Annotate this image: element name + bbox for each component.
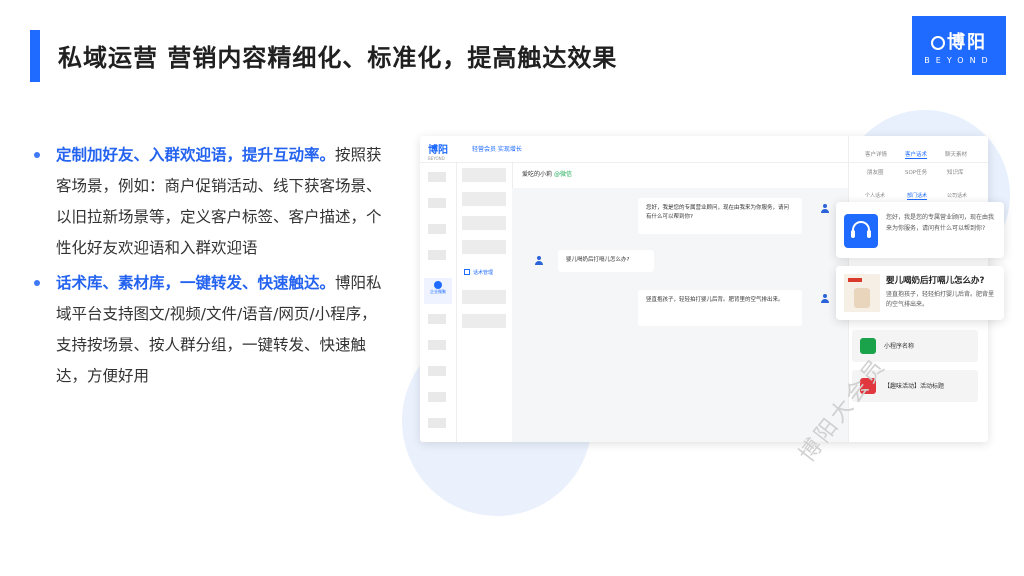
tab-department-script[interactable]: 部门话术 [907, 192, 928, 200]
mock-sub-nav: 话术管理 [456, 162, 513, 442]
agent-avatar-icon [820, 294, 830, 304]
subnav-item[interactable] [462, 290, 506, 304]
nav-item[interactable] [428, 224, 446, 234]
faq-card-title: 婴儿喝奶后打嗝儿怎么办? [886, 276, 985, 286]
subnav-item[interactable] [462, 192, 506, 206]
subnav-item[interactable] [462, 240, 506, 254]
bullet-dot-icon [34, 152, 40, 158]
chat-area: 您好，我是您的专属营业顾问，现在由我来为你服务，请问有什么可以帮到你? 婴儿喝奶… [512, 188, 848, 442]
bullet-list: 定制加好友、入群欢迎语，提升互动率。按照获客场景，例如：商户促销活动、线下获客场… [30, 140, 390, 392]
doc-icon [464, 269, 470, 275]
nav-item[interactable] [428, 418, 446, 428]
mock-logo: 博阳 BEYOND [428, 145, 448, 161]
bullet-highlight: 话术库、素材库，一键转发、快速触达。 [56, 274, 336, 292]
bullet-dot-icon [34, 280, 40, 286]
chat-title: 爱吃的小莉 @微信 [522, 171, 572, 178]
nav-item[interactable] [428, 250, 446, 260]
tab-personal-script[interactable]: 个人话术 [865, 192, 885, 199]
greeting-script-card[interactable]: 您好，我是您的专属营业顾问，现在由我来为你服务，请问有什么可以帮到你? [836, 202, 1004, 258]
nav-item[interactable] [428, 366, 446, 376]
logo-sub-text: BEYOND [924, 56, 994, 65]
faq-material-card[interactable]: 婴儿喝奶后打嗝儿怎么办? 竖直抱孩子，轻轻拍打婴儿后背。肥背里的空气排出来。 [836, 266, 1004, 320]
brand-logo: 博阳 BEYOND [912, 16, 1006, 75]
chat-icon [434, 281, 442, 289]
nav-item-active[interactable]: 企业微聚 [424, 278, 452, 304]
greeting-card-text: 您好，我是您的专属营业顾问，现在由我来为你服务，请问有什么可以帮到你? [886, 214, 995, 232]
chat-message-agent: 您好，我是您的专属营业顾问，现在由我来为你服务，请问有什么可以帮到你? [638, 198, 802, 234]
activity-label: 【趣味活动】活动标题 [884, 383, 945, 390]
mock-slogan: 轻营会员 实现增长 [472, 146, 522, 153]
subnav-item[interactable] [462, 168, 506, 182]
chat-message-agent: 竖直抱孩子，轻轻拍打婴儿后背。肥背里的空气排出来。 [638, 290, 802, 326]
bullet-highlight: 定制加好友、入群欢迎语，提升互动率。 [56, 146, 336, 164]
tab-customer-detail[interactable]: 客户详情 [865, 150, 887, 158]
chat-header: 爱吃的小莉 @微信 [512, 162, 848, 189]
logo-main-text: 博阳 [947, 32, 987, 53]
bullet-item: 话术库、素材库，一键转发、快速触达。博阳私域平台支持图文/视频/文件/语音/网页… [30, 268, 390, 392]
nav-item[interactable] [428, 172, 446, 182]
subnav-item[interactable] [462, 314, 506, 328]
tab-knowledge[interactable]: 知识库 [947, 168, 964, 176]
product-thumbnail [844, 274, 880, 312]
faq-card-text: 竖直抱孩子，轻轻拍打婴儿后背。肥背里的空气排出来。 [886, 291, 995, 308]
nav-item[interactable] [428, 392, 446, 402]
tab-sop[interactable]: SOP任务 [905, 168, 927, 176]
tab-moments[interactable]: 朋友圈 [867, 168, 884, 176]
tab-chat-material[interactable]: 聊天素材 [945, 150, 967, 158]
headset-icon [844, 214, 878, 248]
tab-company-script[interactable]: 公司话术 [947, 192, 967, 199]
chat-message-customer: 婴儿喝奶后打嗝儿怎么办? [558, 250, 654, 272]
miniprogram-label: 小程序名称 [884, 343, 915, 350]
subnav-item-active[interactable]: 话术管理 [460, 266, 508, 280]
nav-item[interactable] [428, 340, 446, 350]
slide-title: 私域运营 营销内容精细化、标准化，提高触达效果 [58, 44, 618, 72]
customer-avatar-icon [534, 256, 544, 266]
title-accent-bar [30, 30, 40, 82]
nav-item[interactable] [428, 314, 446, 324]
subnav-item[interactable] [462, 216, 506, 230]
mock-left-nav: 企业微聚 [420, 162, 457, 442]
tab-customer-script[interactable]: 客户话术 [905, 150, 928, 159]
agent-avatar-icon [820, 204, 830, 214]
nav-item[interactable] [428, 198, 446, 208]
brand-b-icon [931, 36, 945, 50]
bullet-item: 定制加好友、入群欢迎语，提升互动率。按照获客场景，例如：商户促销活动、线下获客场… [30, 140, 390, 264]
